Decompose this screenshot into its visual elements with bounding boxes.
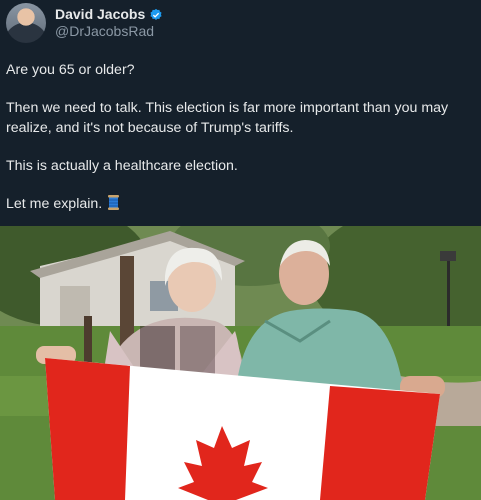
author-display-name-text[interactable]: David Jacobs: [55, 6, 145, 23]
spool-of-thread-icon: [108, 195, 120, 210]
author-handle[interactable]: @DrJacobsRad: [55, 23, 163, 40]
tweet-paragraph-1: Are you 65 or older?: [6, 62, 135, 78]
tweet-text: Are you 65 or older? Then we need to tal…: [6, 60, 474, 232]
author-names: David Jacobs @DrJacobsRad: [55, 6, 163, 40]
tweet-paragraph-2: Then we need to talk. This election is f…: [6, 100, 449, 136]
tweet-paragraph-3: This is actually a healthcare election.: [6, 158, 238, 174]
tweet-paragraph-4-text: Let me explain.: [6, 196, 103, 212]
verified-badge-icon: [150, 8, 162, 20]
elderly-couple-flag-illustration: [0, 226, 481, 500]
tweet-paragraph-4: Let me explain.: [6, 194, 474, 214]
tweet-photo[interactable]: [0, 226, 481, 500]
author-display-name[interactable]: David Jacobs: [55, 6, 163, 23]
author-avatar[interactable]: [6, 3, 46, 43]
tweet-header: David Jacobs @DrJacobsRad: [6, 3, 163, 43]
